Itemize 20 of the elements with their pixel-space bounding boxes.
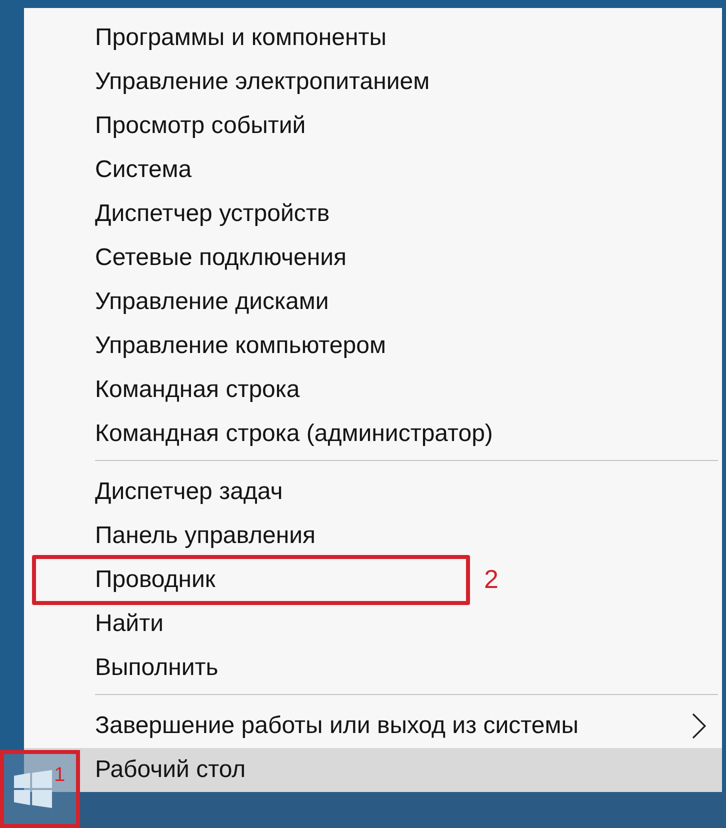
menu-item[interactable]: Управление электропитанием xyxy=(24,60,722,104)
menu-item[interactable]: Система xyxy=(24,148,722,192)
menu-item[interactable]: Просмотр событий xyxy=(24,104,722,148)
callout-number: 2 xyxy=(484,564,498,594)
menu-item[interactable]: Завершение работы или выход из системы xyxy=(24,704,722,748)
menu-item[interactable]: Командная строка xyxy=(24,368,722,412)
menu-item[interactable]: Управление дисками xyxy=(24,280,722,324)
chevron-right-icon xyxy=(692,713,706,739)
menu-item[interactable]: Сетевые подключения xyxy=(24,236,722,280)
menu-item[interactable]: Найти xyxy=(24,602,722,646)
menu-item[interactable]: Диспетчер задач xyxy=(24,470,722,514)
menu-item[interactable]: Панель управления xyxy=(24,514,722,558)
menu-item[interactable]: Выполнить xyxy=(24,646,722,690)
menu-item[interactable]: Командная строка (администратор) xyxy=(24,412,722,456)
menu-item[interactable]: Проводник xyxy=(24,558,470,602)
callout-number: 1 xyxy=(54,764,66,786)
windows-logo-icon[interactable] xyxy=(14,770,52,808)
menu-item[interactable]: Программы и компоненты xyxy=(24,16,722,60)
menu-item[interactable]: Управление компьютером xyxy=(24,324,722,368)
menu-item[interactable]: Диспетчер устройств xyxy=(24,192,722,236)
